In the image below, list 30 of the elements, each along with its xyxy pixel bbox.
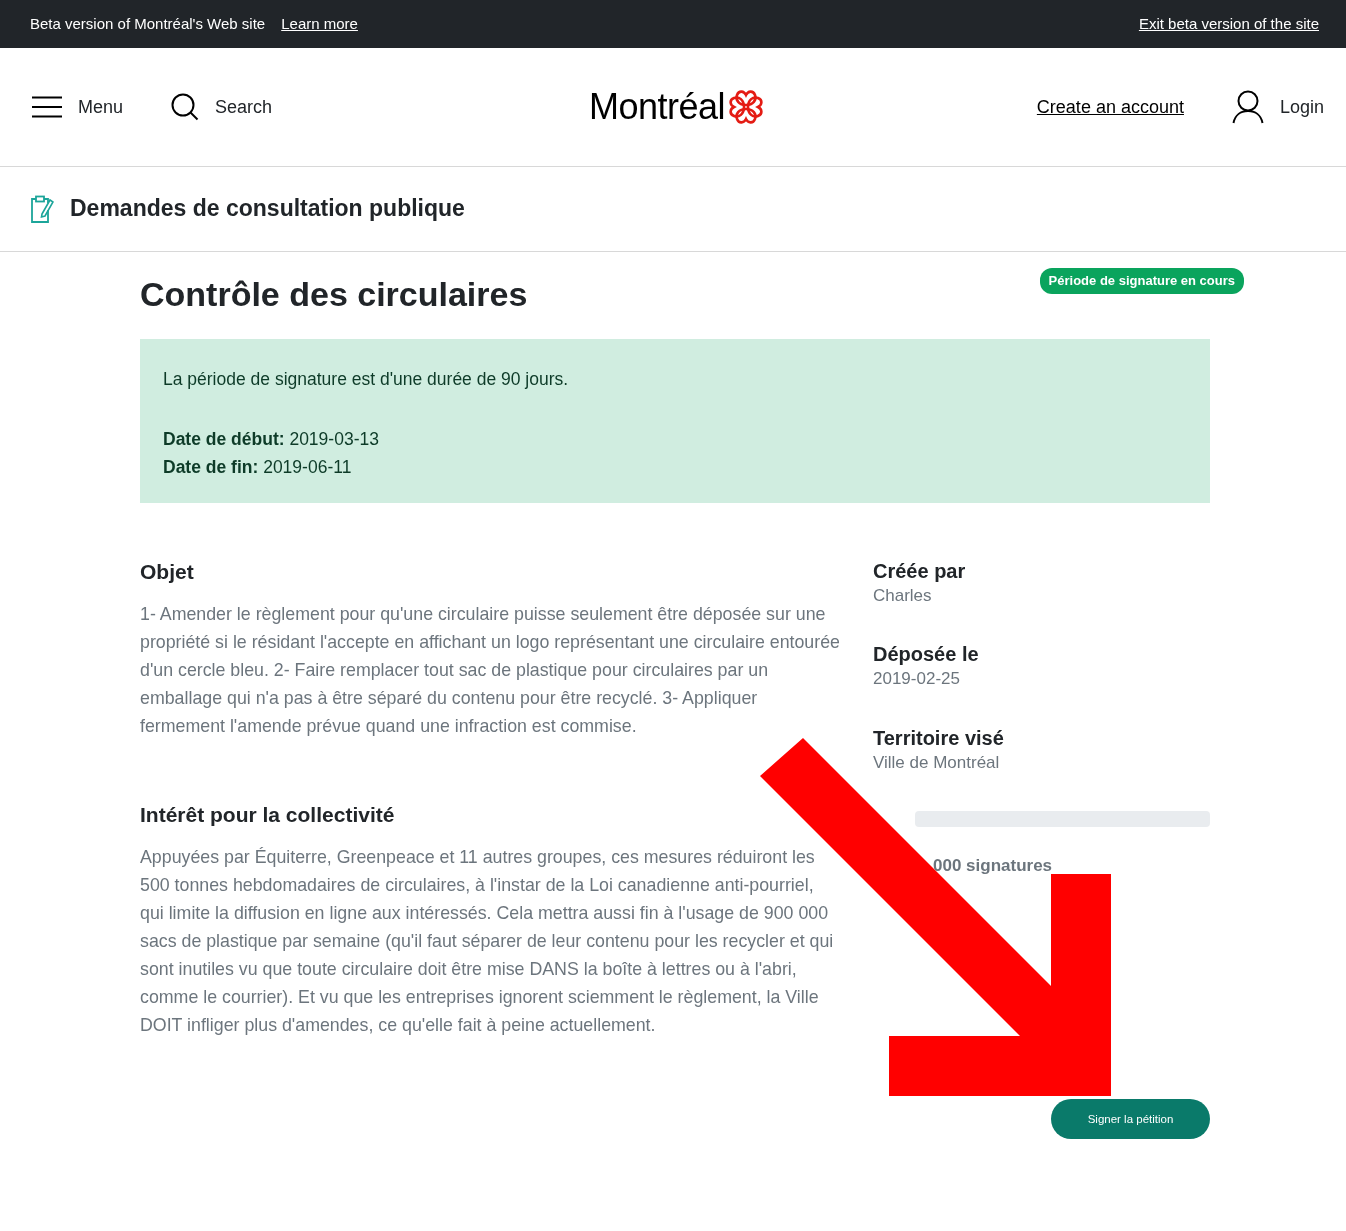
search-icon[interactable] xyxy=(171,93,200,121)
exit-beta-link[interactable]: Exit beta version of the site xyxy=(1138,12,1319,36)
create-account-link[interactable]: Create an account xyxy=(1036,93,1184,121)
petition-title: Contrôle des circulaires xyxy=(140,274,528,315)
fact-label: Territoire visé xyxy=(873,725,1005,750)
menu-label[interactable]: Menu xyxy=(78,93,124,121)
search-label[interactable]: Search xyxy=(215,93,273,121)
date-line: Date de début: 2019-03-13 xyxy=(163,427,380,451)
learn-more-link[interactable]: Learn more xyxy=(281,12,358,36)
section-heading: Objet xyxy=(140,558,195,584)
sign-petition-button[interactable]: Signer la pétition xyxy=(1051,1099,1210,1140)
section-text: Appuyées par Équiterre, Greenpeace et 11 autres groupes, ces mesures réduiront les 500 tonnes hebdomadaires de circulaires, à l'instar de la Loi canadienne anti-pourriel, qui limite la diffusion en ligne aux intéressés. Cela mettra aussi fin à l'usage de 900 000 sacs de plastique par semaine (qu'il faut séparer de leur contenu pour les recycler et qui sont inutiles vu que toute circulaire doit être mise DANS la boîte à lettres ou à l'abri, comme le courrier). Et vu que les entreprises ignorent sciemment le règlement, la Ville DOIT infliger plus d'amendes, ce qu'elle fait à peine actuellement. xyxy=(140,846,835,1038)
section-text: 1- Amender le règlement pour qu'une circulaire puisse seulement être déposée sur une propriété si le résidant l'accepte en affichant un logo représentant une circulaire entourée d'un cercle bleu. 2- Faire remplacer tout sac de plastique pour circulaires par un emballage qui n'a pas à être séparé du contenu pour être recyclé. 3- Appliquer fermement l'amende prévue quand une infraction est commise. xyxy=(140,603,840,738)
fact-value: Ville de Montréal xyxy=(873,751,1001,774)
notice-text: La période de signature est d'une durée de 90 jours. xyxy=(163,367,570,391)
login-label[interactable]: Login xyxy=(1279,93,1324,121)
fact-label: Déposée le xyxy=(873,642,980,667)
user-icon[interactable] xyxy=(1231,90,1264,124)
section-heading: Intérêt pour la collectivité xyxy=(140,802,396,828)
fact-value: Charles xyxy=(873,584,933,607)
date-line: Date de fin: 2019-06-11 xyxy=(163,455,353,479)
logo-text[interactable]: Montréal xyxy=(588,80,726,134)
status-badge: Période de signature en cours xyxy=(1039,268,1244,294)
menu-icon[interactable] xyxy=(32,96,62,118)
beta-notice: Beta version of Montréal's Web site xyxy=(30,13,266,34)
clipboard-icon xyxy=(30,195,54,223)
fact-label: Créée par xyxy=(873,558,967,583)
signature-count: 000 signatures xyxy=(933,855,1054,878)
section-title: Demandes de consultation publique xyxy=(70,195,465,223)
fact-value: 2019-02-25 xyxy=(873,668,961,691)
